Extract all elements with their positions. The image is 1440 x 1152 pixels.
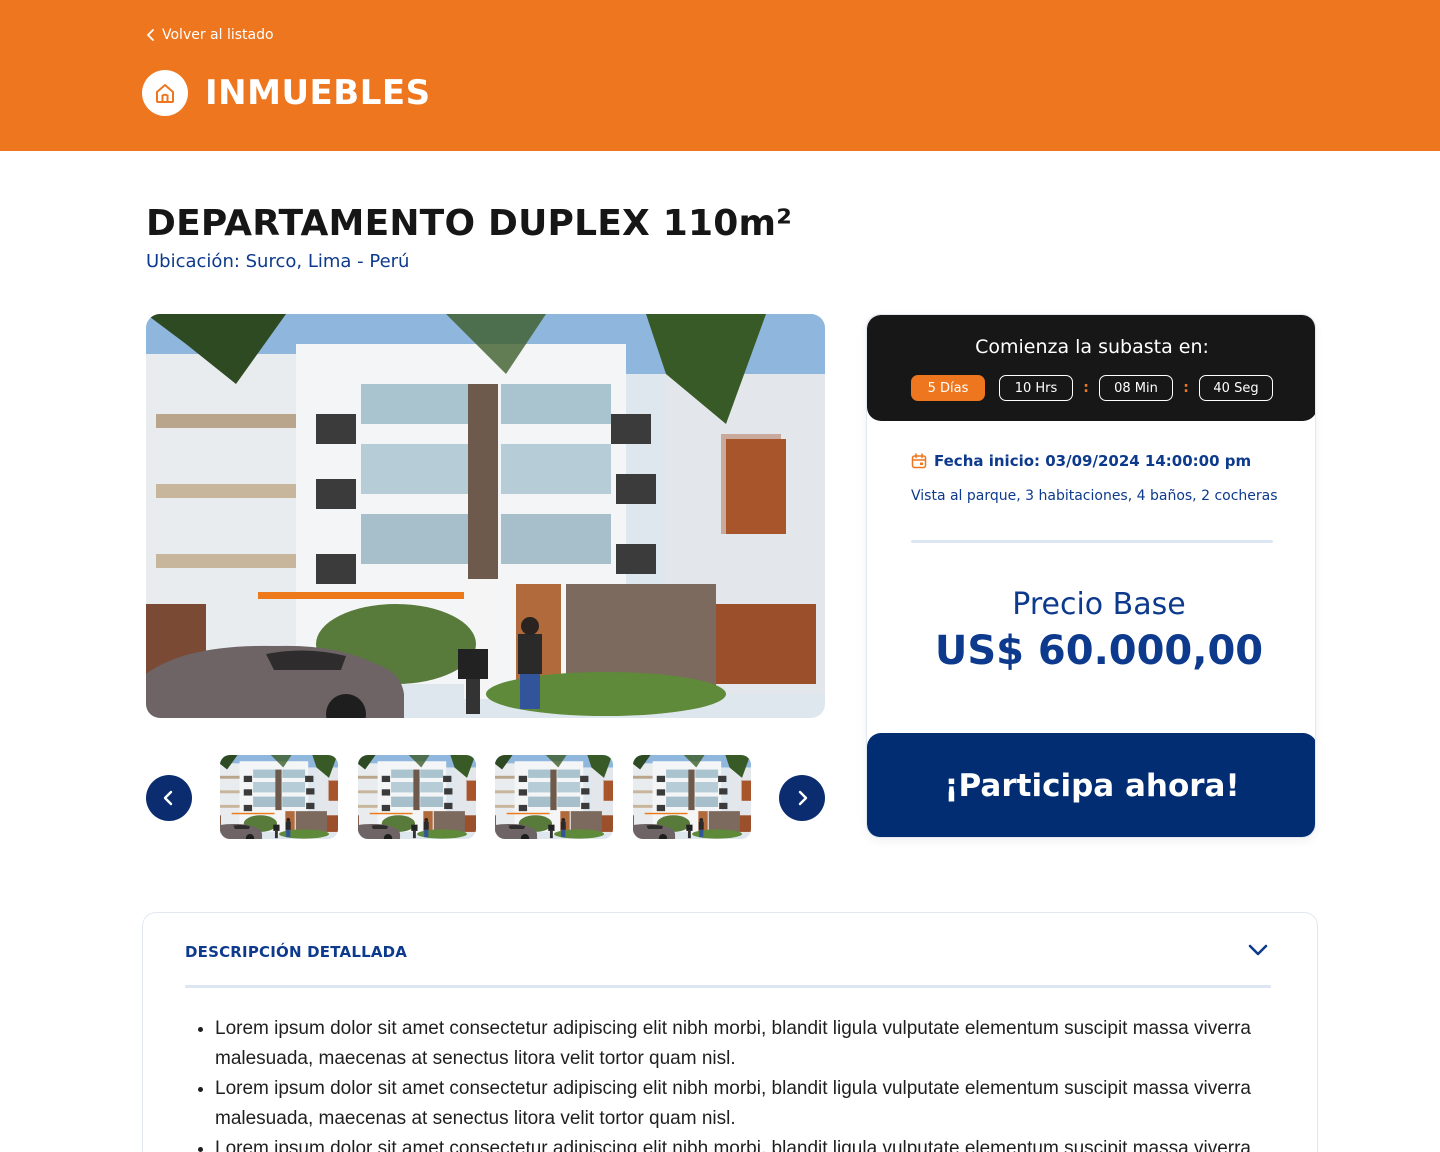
countdown-panel: Comienza la subasta en: 5 Días 10 Hrs : … [867, 315, 1315, 421]
property-features: Vista al parque, 3 habitaciones, 4 baños… [911, 488, 1278, 504]
base-price-label: Precio Base [1012, 587, 1186, 622]
countdown-separator: : [1083, 380, 1089, 396]
list-item: Lorem ipsum dolor sit amet consectetur a… [215, 1014, 1255, 1074]
back-to-list-link[interactable]: Volver al listado [146, 27, 274, 43]
description-accordion-header[interactable]: DESCRIPCIÓN DETALLADA [143, 913, 1317, 987]
divider [185, 985, 1271, 988]
gallery-next-button[interactable] [779, 775, 825, 821]
divider [911, 540, 1273, 543]
gallery-thumbnail[interactable] [633, 755, 751, 839]
countdown-seconds: 40 Seg [1199, 375, 1273, 401]
countdown-separator: : [1183, 380, 1189, 396]
gallery-thumbnail[interactable] [358, 755, 476, 839]
countdown-label: Comienza la subasta en: [975, 336, 1209, 358]
gallery-prev-button[interactable] [146, 775, 192, 821]
home-icon [142, 70, 188, 116]
back-link-label: Volver al listado [162, 27, 274, 43]
countdown-minutes: 08 Min [1099, 375, 1173, 401]
main-property-image [146, 314, 825, 718]
participate-button[interactable]: ¡Participa ahora! [867, 733, 1315, 837]
start-date: Fecha inicio: 03/09/2024 14:00:00 pm [911, 452, 1251, 470]
base-price-value: US$ 60.000,00 [934, 628, 1264, 674]
auction-card: Comienza la subasta en: 5 Días 10 Hrs : … [866, 314, 1316, 838]
start-date-text: Fecha inicio: 03/09/2024 14:00:00 pm [934, 452, 1252, 470]
brand-title: INMUEBLES [205, 73, 431, 113]
page-title: DEPARTAMENTO DUPLEX 110m² [146, 203, 793, 244]
chevron-left-icon [147, 29, 154, 41]
countdown-hours: 10 Hrs [999, 375, 1073, 401]
brand: INMUEBLES [142, 70, 431, 116]
chevron-left-icon [163, 790, 173, 806]
countdown-days: 5 Días [911, 375, 985, 401]
chevron-down-icon[interactable] [1247, 943, 1269, 957]
gallery-thumbnail[interactable] [220, 755, 338, 839]
chevron-right-icon [798, 790, 808, 806]
gallery-thumbnail[interactable] [495, 755, 613, 839]
countdown-timer: 5 Días 10 Hrs : 08 Min : 40 Seg [867, 375, 1315, 401]
description-accordion: DESCRIPCIÓN DETALLADA Lorem ipsum dolor … [142, 912, 1318, 1152]
property-location: Ubicación: Surco, Lima - Perú [146, 251, 410, 272]
calendar-icon [911, 453, 927, 469]
list-item: Lorem ipsum dolor sit amet consectetur a… [215, 1074, 1255, 1134]
page-header: Volver al listado INMUEBLES [0, 0, 1440, 151]
list-item: Lorem ipsum dolor sit amet consectetur a… [215, 1134, 1255, 1152]
description-title: DESCRIPCIÓN DETALLADA [185, 943, 408, 961]
description-list: Lorem ipsum dolor sit amet consectetur a… [215, 1014, 1255, 1152]
